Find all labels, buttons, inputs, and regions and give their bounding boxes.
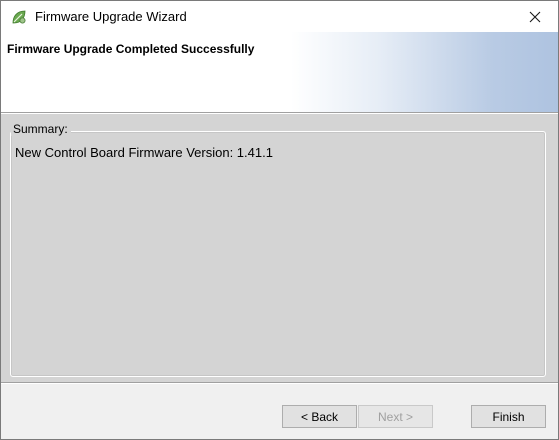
summary-legend: Summary:: [11, 122, 71, 136]
close-icon: [529, 11, 541, 22]
title-bar[interactable]: Firmware Upgrade Wizard: [1, 1, 558, 32]
wizard-body: Summary: New Control Board Firmware Vers…: [1, 114, 558, 382]
close-button[interactable]: [512, 1, 558, 32]
back-button[interactable]: < Back: [282, 405, 357, 428]
wizard-window: Firmware Upgrade Wizard Firmware Upgrade…: [0, 0, 559, 440]
app-icon: [12, 10, 26, 24]
next-button[interactable]: Next >: [358, 405, 433, 428]
firmware-version-text: New Control Board Firmware Version: 1.41…: [15, 145, 273, 160]
finish-button[interactable]: Finish: [471, 405, 546, 428]
page-title: Firmware Upgrade Completed Successfully: [7, 42, 255, 56]
summary-groupbox: [10, 131, 546, 377]
wizard-footer: < Back Next > Finish: [1, 384, 558, 439]
window-title: Firmware Upgrade Wizard: [35, 9, 187, 24]
